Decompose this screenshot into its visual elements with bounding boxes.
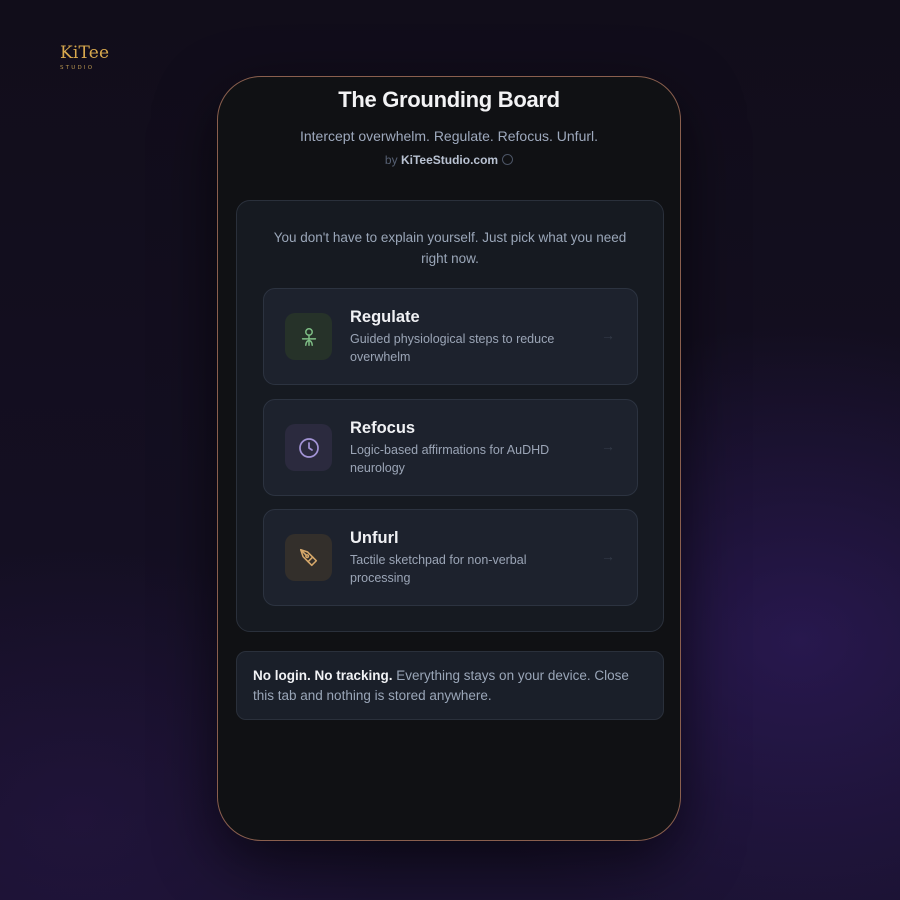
- privacy-strong: No login. No tracking.: [253, 668, 393, 683]
- option-description: Tactile sketchpad for non-verbal process…: [350, 553, 527, 585]
- option-description: Guided physiological steps to reduce ove…: [350, 332, 555, 364]
- arrow-right-icon: →: [601, 548, 615, 564]
- option-regulate[interactable]: Regulate Guided physiological steps to r…: [263, 288, 638, 385]
- arrow-right-icon: →: [601, 327, 615, 343]
- prompt-text: You don't have to explain yourself. Just…: [273, 230, 627, 266]
- pen-nib-icon: [299, 548, 317, 566]
- person-icon: [301, 327, 316, 346]
- clock-icon: [298, 437, 319, 458]
- option-title: Unfurl: [350, 529, 399, 547]
- app-title: The Grounding Board: [338, 87, 560, 112]
- option-title: Refocus: [350, 419, 416, 437]
- option-description: Logic-based affirmations for AuDHD neuro…: [350, 443, 550, 475]
- option-refocus[interactable]: Refocus Logic-based affirmations for AuD…: [263, 399, 638, 496]
- brand-name: KiTee: [60, 43, 110, 63]
- byline: by KiTeeStudio.com: [218, 153, 680, 167]
- byline-site-link[interactable]: KiTeeStudio.com: [401, 153, 498, 167]
- brand-subtitle: STUDIO: [60, 65, 95, 71]
- app-subtitle: Intercept overwhelm. Regulate. Refocus. …: [299, 128, 599, 144]
- option-icon-box: [285, 313, 332, 360]
- arrow-right-icon: →: [601, 438, 615, 454]
- option-unfurl[interactable]: Unfurl Tactile sketchpad for non-verbal …: [263, 509, 638, 606]
- byline-prefix: by: [384, 153, 398, 167]
- option-icon-box: [285, 424, 332, 471]
- option-title: Regulate: [350, 308, 420, 326]
- info-icon: [502, 154, 514, 165]
- privacy-notice: No login. No tracking. Everything stays …: [236, 651, 664, 720]
- brand-logo: KiTee STUDIO: [60, 43, 120, 71]
- options-card: You don't have to explain yourself. Just…: [236, 200, 664, 632]
- option-icon-box: [285, 534, 332, 581]
- phone-frame: The Grounding Board Intercept overwhelm.…: [217, 76, 681, 841]
